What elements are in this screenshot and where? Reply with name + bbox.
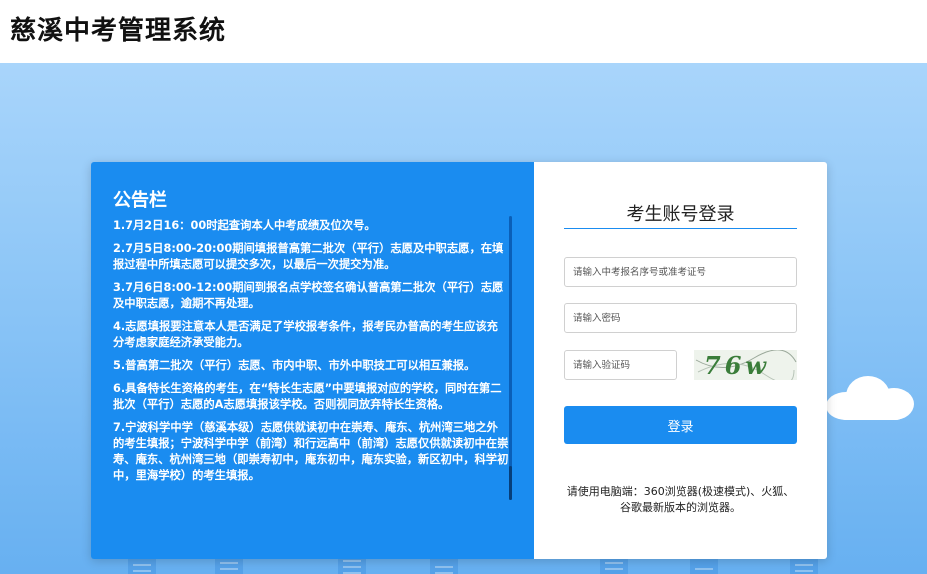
login-button[interactable]: 登录 <box>564 406 797 444</box>
password-input[interactable] <box>564 303 797 333</box>
notice-item: 5.普高第二批次（平行）志愿、市内中职、市外中职技工可以相互兼报。 <box>113 359 476 372</box>
captcha-image[interactable]: 76w <box>694 350 797 380</box>
cloud-decoration <box>826 374 914 420</box>
notice-item: 2.7月5日8:00-20:00期间填报普高第二批次（平行）志愿及中职志愿，在填… <box>113 242 504 271</box>
captcha-input[interactable] <box>564 350 677 380</box>
notice-board: 公告栏 1.7月2日16：00时起查询本人中考成绩及位次号。 2.7月5日8:0… <box>91 162 534 559</box>
notice-scrollbar-thumb[interactable] <box>509 466 512 500</box>
notice-item: 1.7月2日16：00时起查询本人中考成绩及位次号。 <box>113 219 376 232</box>
notice-item: 4.志愿填报要注意本人是否满足了学校报考条件，报考民办普高的考生应该充分考虑家庭… <box>113 320 498 349</box>
notice-title: 公告栏 <box>113 190 167 211</box>
notice-scrollbar[interactable] <box>509 216 512 500</box>
notice-item: 3.7月6日8:00-12:00期间到报名点学校签名确认普高第二批次（平行）志愿… <box>113 281 504 310</box>
notice-list[interactable]: 1.7月2日16：00时起查询本人中考成绩及位次号。 2.7月5日8:00-20… <box>113 218 509 502</box>
top-bar: 慈溪中考管理系统 <box>0 0 927 63</box>
notice-item: 7.宁波科学中学（慈溪本级）志愿供就读初中在崇寿、庵东、杭州湾三地之外的考生填报… <box>113 421 509 482</box>
login-title-underline <box>564 228 797 229</box>
main-card: 公告栏 1.7月2日16：00时起查询本人中考成绩及位次号。 2.7月5日8:0… <box>91 162 827 559</box>
notice-item: 6.具备特长生资格的考生，在“特长生志愿”中要填报对应的学校，同时在第二批次（平… <box>113 382 502 411</box>
browser-tip: 请使用电脑端：360浏览器(极速模式)、火狐、谷歌最新版本的浏览器。 <box>566 485 795 514</box>
login-panel: 考生账号登录 76w 登录 请使用电脑端：360浏览器(极速模式)、火狐、谷歌最… <box>534 162 827 559</box>
login-title: 考生账号登录 <box>626 204 735 225</box>
exam-number-input[interactable] <box>564 257 797 287</box>
site-title: 慈溪中考管理系统 <box>10 16 227 46</box>
captcha-text: 76w <box>704 351 770 380</box>
